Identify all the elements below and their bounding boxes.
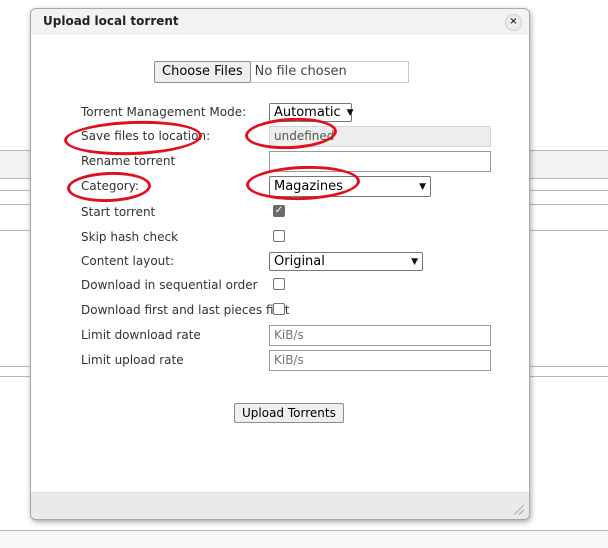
rename-torrent-label: Rename torrent: [81, 154, 176, 168]
chevron-down-icon: ▼: [419, 181, 426, 192]
start-torrent-label: Start torrent: [81, 205, 156, 219]
chevron-down-icon: ▼: [346, 107, 354, 118]
upload-torrents-button[interactable]: Upload Torrents: [234, 403, 344, 423]
select-value: Magazines: [274, 179, 343, 194]
first-last-pieces-label: Download first and last pieces first: [81, 303, 290, 317]
sequential-order-label: Download in sequential order: [81, 278, 258, 292]
content-layout-select[interactable]: Original ▼: [269, 252, 423, 271]
chevron-down-icon: ▼: [411, 256, 418, 267]
file-picker: Choose Files No file chosen: [154, 61, 409, 83]
placeholder-text: KiB/s: [274, 328, 304, 342]
rename-torrent-field[interactable]: [269, 151, 491, 172]
content-layout-label: Content layout:: [81, 254, 175, 268]
resize-grip-icon[interactable]: [514, 505, 524, 515]
select-value: Automatic: [274, 105, 341, 120]
save-location-label: Save files to location:: [81, 129, 211, 143]
limit-upload-rate-label: Limit upload rate: [81, 353, 184, 367]
torrent-management-mode-label: Torrent Management Mode:: [81, 105, 247, 119]
background-footer: [0, 530, 608, 548]
select-value: Original: [274, 254, 325, 269]
placeholder-text: KiB/s: [274, 353, 304, 367]
category-label: Category:: [81, 179, 139, 193]
save-location-field: undefined: [269, 126, 491, 147]
dialog-titlebar[interactable]: Upload local torrent ×: [31, 9, 529, 35]
limit-download-rate-field[interactable]: KiB/s: [269, 325, 491, 346]
upload-torrent-dialog: Upload local torrent × Choose Files No f…: [30, 8, 530, 520]
limit-upload-rate-field[interactable]: KiB/s: [269, 350, 491, 371]
category-select[interactable]: Magazines ▼: [269, 176, 431, 197]
file-status: No file chosen: [250, 61, 409, 83]
first-last-pieces-checkbox[interactable]: [273, 303, 285, 315]
choose-files-button[interactable]: Choose Files: [154, 61, 251, 83]
skip-hash-check-checkbox[interactable]: [273, 230, 285, 242]
skip-hash-check-label: Skip hash check: [81, 230, 179, 244]
close-icon[interactable]: ×: [505, 14, 522, 31]
limit-download-rate-label: Limit download rate: [81, 328, 201, 342]
sequential-order-checkbox[interactable]: [273, 278, 285, 290]
torrent-management-mode-select[interactable]: Automatic ▼: [269, 103, 354, 122]
dialog-title: Upload local torrent: [43, 14, 179, 28]
dialog-footer: [31, 492, 529, 519]
start-torrent-checkbox[interactable]: ✓: [273, 205, 285, 217]
